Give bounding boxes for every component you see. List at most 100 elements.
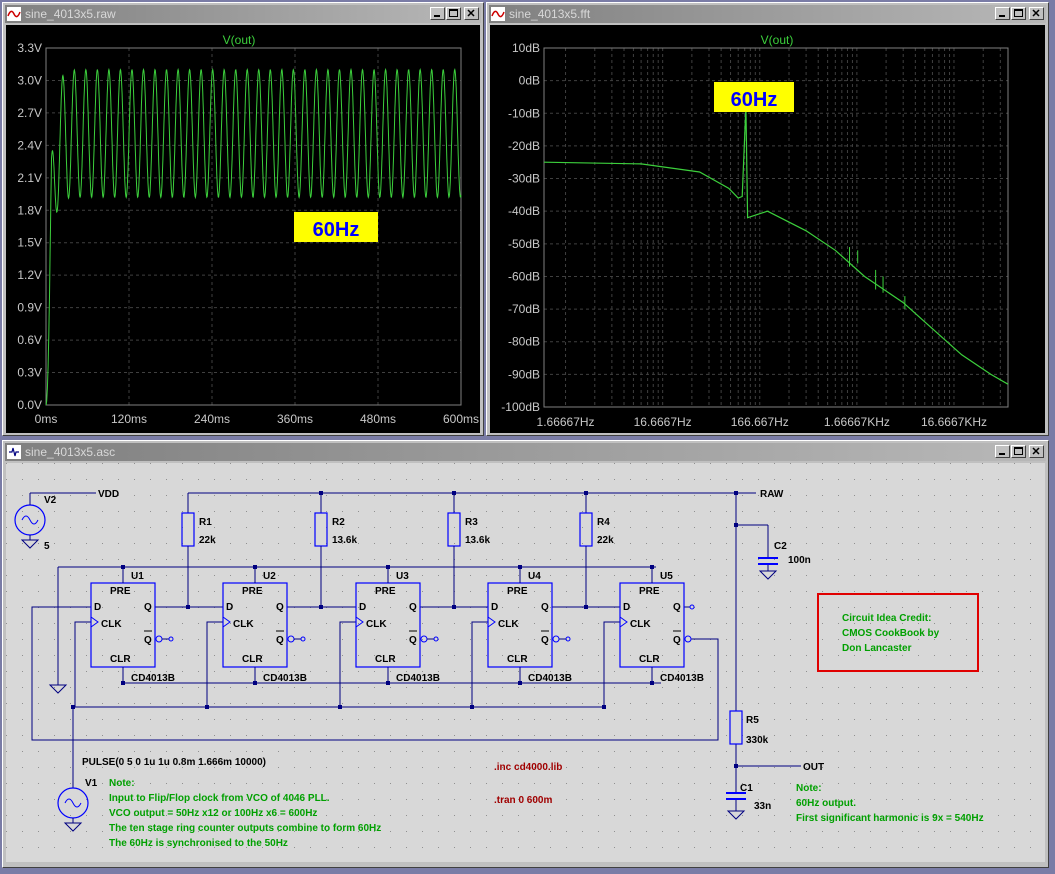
- fft-window-titlebar[interactable]: sine_4013x5.fft: [489, 5, 1046, 23]
- c2-name: C2: [774, 541, 787, 552]
- fft-plot-window[interactable]: sine_4013x5.fft V(out) 10dB 0dB -10dB -20dB…: [486, 2, 1049, 436]
- pin-label-clk: CLK: [630, 619, 651, 630]
- r5-value: 330k: [746, 735, 769, 746]
- y-tick-label: 1.2V: [17, 268, 42, 282]
- pin-label-pre: PRE: [507, 586, 528, 597]
- pin-label-qbar: Q: [409, 635, 417, 646]
- pin-label-q: Q: [409, 602, 417, 613]
- schematic-canvas[interactable]: V2 5 VDD RAW R1 22k R2 13.6k R3 13.6k R4 22k C2 100n P…: [6, 463, 1045, 862]
- pin-label-pre: PRE: [110, 586, 131, 597]
- pin-label-d: D: [226, 602, 233, 613]
- note-right-line: First significant harmonic is 9x = 540Hz: [796, 813, 984, 824]
- pin-label-clk: CLK: [366, 619, 387, 630]
- y-tick-label: 2.7V: [17, 106, 42, 120]
- y-tick-label: 0dB: [519, 74, 540, 88]
- raw-plot-canvas[interactable]: V(out) 3.3V 3.0V 2.7V 2.4V 2.1V 1.8V 1.5V 1.2V 0…: [6, 25, 480, 433]
- resistor-name: R3: [465, 517, 478, 528]
- flipflop-name: U2: [263, 571, 276, 582]
- x-tick-label: 120ms: [111, 412, 147, 426]
- pin-label-d: D: [623, 602, 630, 613]
- vdd-net-label: VDD: [98, 489, 119, 500]
- spectrum-trace[interactable]: [543, 106, 1009, 385]
- c2-value: 100n: [788, 555, 811, 566]
- waveform-icon: [7, 7, 21, 21]
- raw-plot-window[interactable]: sine_4013x5.raw V(out) 3.3V 3.0V 2.7V 2.4V 2…: [2, 2, 484, 436]
- y-tick-label: -40dB: [508, 204, 540, 218]
- pin-label-clk: CLK: [498, 619, 519, 630]
- x-tick-label: 360ms: [277, 412, 313, 426]
- raw-window-title: sine_4013x5.raw: [25, 7, 116, 21]
- x-tick-label: 1.66667KHz: [824, 415, 890, 429]
- close-button[interactable]: [1029, 7, 1044, 20]
- flipflop-part: CD4013B: [528, 673, 572, 684]
- junction-dot: [338, 705, 342, 709]
- close-button[interactable]: [1029, 445, 1044, 458]
- note-right-line: Note:: [796, 783, 822, 794]
- pin-label-pre: PRE: [242, 586, 263, 597]
- close-button[interactable]: [464, 7, 479, 20]
- y-tick-label: -20dB: [508, 139, 540, 153]
- junction-dot: [205, 705, 209, 709]
- flipflop-part: CD4013B: [660, 673, 704, 684]
- maximize-button[interactable]: [1011, 7, 1026, 20]
- maximize-button[interactable]: [1011, 445, 1026, 458]
- x-tick-label: 0ms: [35, 412, 58, 426]
- flipflop-name: U4: [528, 571, 541, 582]
- resistor-name: R4: [597, 517, 610, 528]
- flipflop-part: CD4013B: [396, 673, 440, 684]
- minimize-button[interactable]: [430, 7, 445, 20]
- resistor-value: 22k: [199, 535, 216, 546]
- pin-label-clk: CLK: [101, 619, 122, 630]
- credit-line: Don Lancaster: [842, 643, 912, 654]
- pin-label-clr: CLR: [507, 654, 528, 665]
- c1-name: C1: [740, 783, 753, 794]
- y-tick-label: -80dB: [508, 335, 540, 349]
- minimize-button[interactable]: [995, 445, 1010, 458]
- fft-trace-label[interactable]: V(out): [761, 33, 794, 47]
- waveform-icon: [491, 7, 505, 21]
- annotation-label: 60Hz: [313, 219, 360, 241]
- y-tick-label: -50dB: [508, 237, 540, 251]
- y-tick-label: 0.0V: [17, 398, 42, 412]
- note-left-line: Input to Flip/Flop clock from VCO of 404…: [109, 793, 330, 804]
- pin-label-clk: CLK: [233, 619, 254, 630]
- credit-line: Circuit Idea Credit:: [842, 613, 931, 624]
- schematic-window-titlebar[interactable]: sine_4013x5.asc: [5, 443, 1046, 461]
- pin-label-d: D: [94, 602, 101, 613]
- y-tick-label: 3.3V: [17, 41, 42, 55]
- resistor-name: R2: [332, 517, 345, 528]
- v1-value: PULSE(0 5 0 1u 1u 0.8m 1.666m 10000): [82, 757, 266, 768]
- x-tick-label: 16.6667Hz: [634, 415, 692, 429]
- y-tick-label: 2.1V: [17, 171, 42, 185]
- resistor-value: 13.6k: [465, 535, 490, 546]
- x-tick-label: 480ms: [360, 412, 396, 426]
- fft-plot-area[interactable]: V(out) 10dB 0dB -10dB -20dB -30dB -40dB -50dB -…: [490, 25, 1045, 433]
- pin-label-q: Q: [144, 602, 152, 613]
- raw-trace-label[interactable]: V(out): [223, 33, 256, 47]
- flipflop-part: CD4013B: [263, 673, 307, 684]
- x-tick-label: 166.667Hz: [731, 415, 789, 429]
- pin-label-q: Q: [673, 602, 681, 613]
- pin-label-clr: CLR: [110, 654, 131, 665]
- inc-directive: .inc cd4000.lib: [494, 762, 562, 773]
- raw-plot-area[interactable]: V(out) 3.3V 3.0V 2.7V 2.4V 2.1V 1.8V 1.5V 1.2V 0…: [6, 25, 480, 433]
- junction-dot: [602, 705, 606, 709]
- v2-value: 5: [44, 541, 50, 552]
- waveform-trace[interactable]: [45, 67, 462, 406]
- resistor-value: 22k: [597, 535, 614, 546]
- y-tick-label: 10dB: [512, 41, 540, 55]
- note-left-line: The ten stage ring counter outputs combi…: [109, 823, 381, 834]
- fft-plot-canvas[interactable]: V(out) 10dB 0dB -10dB -20dB -30dB -40dB -50dB -…: [490, 25, 1045, 433]
- note-right-line: 60Hz output.: [796, 798, 856, 809]
- pin-label-clr: CLR: [375, 654, 396, 665]
- flipflop-name: U1: [131, 571, 144, 582]
- minimize-button[interactable]: [995, 7, 1010, 20]
- pin-label-q: Q: [541, 602, 549, 613]
- raw-window-titlebar[interactable]: sine_4013x5.raw: [5, 5, 481, 23]
- note-left-line: The 60Hz is synchronised to the 50Hz: [109, 838, 288, 849]
- maximize-button[interactable]: [446, 7, 461, 20]
- pin-label-pre: PRE: [639, 586, 660, 597]
- schematic-drawing[interactable]: V2 5 VDD RAW R1 22k R2 13.6k R3 13.6k R4 22k C2100n P…: [6, 463, 1045, 862]
- pin-label-d: D: [491, 602, 498, 613]
- y-tick-label: 3.0V: [17, 73, 42, 87]
